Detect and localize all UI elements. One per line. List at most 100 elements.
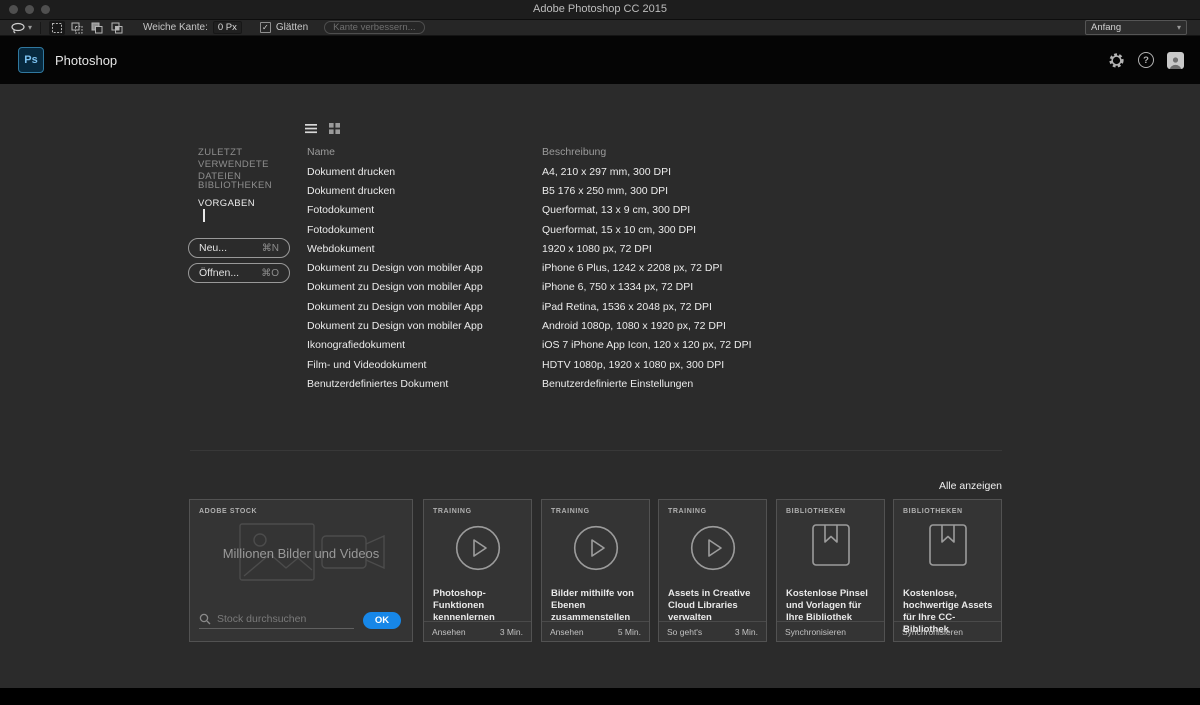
search-icon	[199, 613, 211, 625]
preset-row[interactable]: Dokument zu Design von mobiler AppiPad R…	[307, 297, 1007, 316]
preset-description: iPhone 6, 750 x 1334 px, 72 DPI	[542, 281, 1007, 293]
title-bar: Adobe Photoshop CC 2015	[0, 0, 1200, 20]
tool-preset-picker[interactable]: ▾	[10, 22, 32, 34]
help-button[interactable]: ?	[1138, 52, 1154, 68]
card-footer: Synchronisieren	[894, 621, 1001, 641]
chevron-down-icon: ▾	[28, 24, 32, 32]
preset-row[interactable]: Webdokument1920 x 1080 px, 72 DPI	[307, 239, 1007, 258]
play-icon	[424, 525, 531, 571]
preset-name: Dokument zu Design von mobiler App	[307, 262, 542, 274]
list-view-icon	[305, 123, 317, 134]
gear-icon	[1108, 52, 1125, 69]
checkmark-icon: ✓	[262, 24, 269, 32]
workspace-switcher[interactable]: Anfang ▾	[1085, 20, 1187, 35]
add-to-selection-button[interactable]	[69, 21, 85, 35]
person-icon	[1169, 56, 1182, 69]
preset-row[interactable]: Dokument druckenB5 176 x 250 mm, 300 DPI	[307, 181, 1007, 200]
preset-name: Webdokument	[307, 243, 542, 255]
question-mark-icon: ?	[1143, 55, 1149, 66]
header-icons: ?	[1108, 52, 1184, 69]
promo-card-training-1[interactable]: TRAINING Photoshop-Funktionen kennenlern…	[423, 499, 532, 642]
section-divider	[190, 450, 1002, 451]
preset-name: Fotodokument	[307, 224, 542, 236]
selection-mode-group	[49, 21, 125, 35]
preset-row[interactable]: IkonografiedokumentiOS 7 iPhone App Icon…	[307, 336, 1007, 355]
preset-name: Dokument drucken	[307, 166, 542, 178]
intersect-selection-icon	[111, 22, 123, 34]
preset-description: 1920 x 1080 px, 72 DPI	[542, 243, 1007, 255]
card-title: Photoshop-Funktionen kennenlernen	[433, 588, 526, 624]
new-document-button[interactable]: Neu... ⌘N	[188, 238, 290, 258]
grid-view-icon	[329, 123, 340, 134]
new-button-label: Neu...	[199, 242, 227, 254]
preset-description: iPad Retina, 1536 x 2048 px, 72 DPI	[542, 301, 1007, 313]
card-title: Bilder mithilfe von Ebenen zusammenstell…	[551, 588, 644, 624]
preset-row[interactable]: Film- und VideodokumentHDTV 1080p, 1920 …	[307, 355, 1007, 374]
preset-row[interactable]: Dokument druckenA4, 210 x 297 mm, 300 DP…	[307, 162, 1007, 181]
card-category-label: BIBLIOTHEKEN	[786, 508, 846, 515]
window-bottom-edge	[0, 688, 1200, 705]
grid-view-button[interactable]	[329, 123, 340, 134]
sidebar-item-presets[interactable]: VORGABEN	[198, 198, 296, 210]
card-category-label: TRAINING	[668, 508, 707, 515]
preset-name: Dokument zu Design von mobiler App	[307, 281, 542, 293]
stock-search-field	[199, 613, 354, 629]
preset-row[interactable]: Dokument zu Design von mobiler AppiPhone…	[307, 278, 1007, 297]
preset-name: Dokument zu Design von mobiler App	[307, 320, 542, 332]
open-button-shortcut: ⌘O	[261, 268, 279, 279]
stock-search-input[interactable]	[217, 613, 345, 625]
card-footer: Ansehen 5 Min.	[542, 621, 649, 641]
card-action-label: Ansehen	[550, 627, 584, 637]
play-icon	[542, 525, 649, 571]
preset-row[interactable]: Dokument zu Design von mobiler AppiPhone…	[307, 258, 1007, 277]
promo-card-libraries-1[interactable]: BIBLIOTHEKEN Kostenlose Pinsel und Vorla…	[776, 499, 885, 642]
show-all-link[interactable]: Alle anzeigen	[902, 480, 1002, 492]
card-category-label: TRAINING	[551, 508, 590, 515]
settings-button[interactable]	[1108, 52, 1125, 69]
new-selection-button[interactable]	[49, 21, 65, 35]
list-view-button[interactable]	[305, 123, 317, 134]
stock-ok-button[interactable]: OK	[363, 612, 401, 629]
antialias-checkbox[interactable]: ✓	[260, 22, 271, 33]
photoshop-window: Adobe Photoshop CC 2015 ▾ Weich	[0, 0, 1200, 705]
preset-row[interactable]: Benutzerdefiniertes DokumentBenutzerdefi…	[307, 374, 1007, 393]
new-selection-icon	[51, 22, 63, 34]
subtract-from-selection-button[interactable]	[89, 21, 105, 35]
feather-input[interactable]: 0 Px	[213, 21, 242, 34]
card-category-label: TRAINING	[433, 508, 472, 515]
card-footer: Ansehen 3 Min.	[424, 621, 531, 641]
intersect-selection-button[interactable]	[109, 21, 125, 35]
preset-row[interactable]: Dokument zu Design von mobiler AppAndroi…	[307, 316, 1007, 335]
preset-description: HDTV 1080p, 1920 x 1080 px, 300 DPI	[542, 359, 1007, 371]
library-bookmark-icon	[777, 524, 884, 566]
account-avatar[interactable]	[1167, 52, 1184, 69]
preset-row[interactable]: FotodokumentQuerformat, 15 x 10 cm, 300 …	[307, 220, 1007, 239]
card-duration-label: 3 Min.	[735, 627, 758, 637]
card-action-label: So geht's	[667, 627, 702, 637]
sidebar-item-recent-files[interactable]: ZULETZT VERWENDETE DATEIEN	[198, 147, 296, 183]
sidebar-item-libraries[interactable]: BIBLIOTHEKEN	[198, 180, 296, 192]
preset-description: Benutzerdefinierte Einstellungen	[542, 378, 1007, 390]
card-action-label: Ansehen	[432, 627, 466, 637]
card-footer: So geht's 3 Min.	[659, 621, 766, 641]
preset-description: Querformat, 15 x 10 cm, 300 DPI	[542, 224, 1007, 236]
promo-card-libraries-2[interactable]: BIBLIOTHEKEN Kostenlose, hochwertige Ass…	[893, 499, 1002, 642]
new-button-shortcut: ⌘N	[262, 243, 279, 254]
preset-name: Dokument drucken	[307, 185, 542, 197]
preset-description: A4, 210 x 297 mm, 300 DPI	[542, 166, 1007, 178]
card-duration-label: 3 Min.	[500, 627, 523, 637]
promo-card-training-3[interactable]: TRAINING Assets in Creative Cloud Librar…	[658, 499, 767, 642]
subtract-selection-icon	[91, 22, 103, 34]
card-footer: Synchronisieren	[777, 621, 884, 641]
card-action-label: Synchronisieren	[902, 627, 963, 637]
refine-edge-button[interactable]: Kante verbessern...	[324, 21, 424, 34]
library-bookmark-icon	[894, 524, 1001, 566]
preset-row[interactable]: FotodokumentQuerformat, 13 x 9 cm, 300 D…	[307, 201, 1007, 220]
promo-card-training-2[interactable]: TRAINING Bilder mithilfe von Ebenen zusa…	[541, 499, 650, 642]
column-header-name: Name	[307, 146, 335, 158]
card-title: Assets in Creative Cloud Libraries verwa…	[668, 588, 761, 624]
open-document-button[interactable]: Öffnen... ⌘O	[188, 263, 290, 283]
app-name: Photoshop	[55, 53, 117, 68]
app-header: Ps Photoshop ?	[0, 36, 1200, 84]
photoshop-logo: Ps	[18, 47, 44, 73]
